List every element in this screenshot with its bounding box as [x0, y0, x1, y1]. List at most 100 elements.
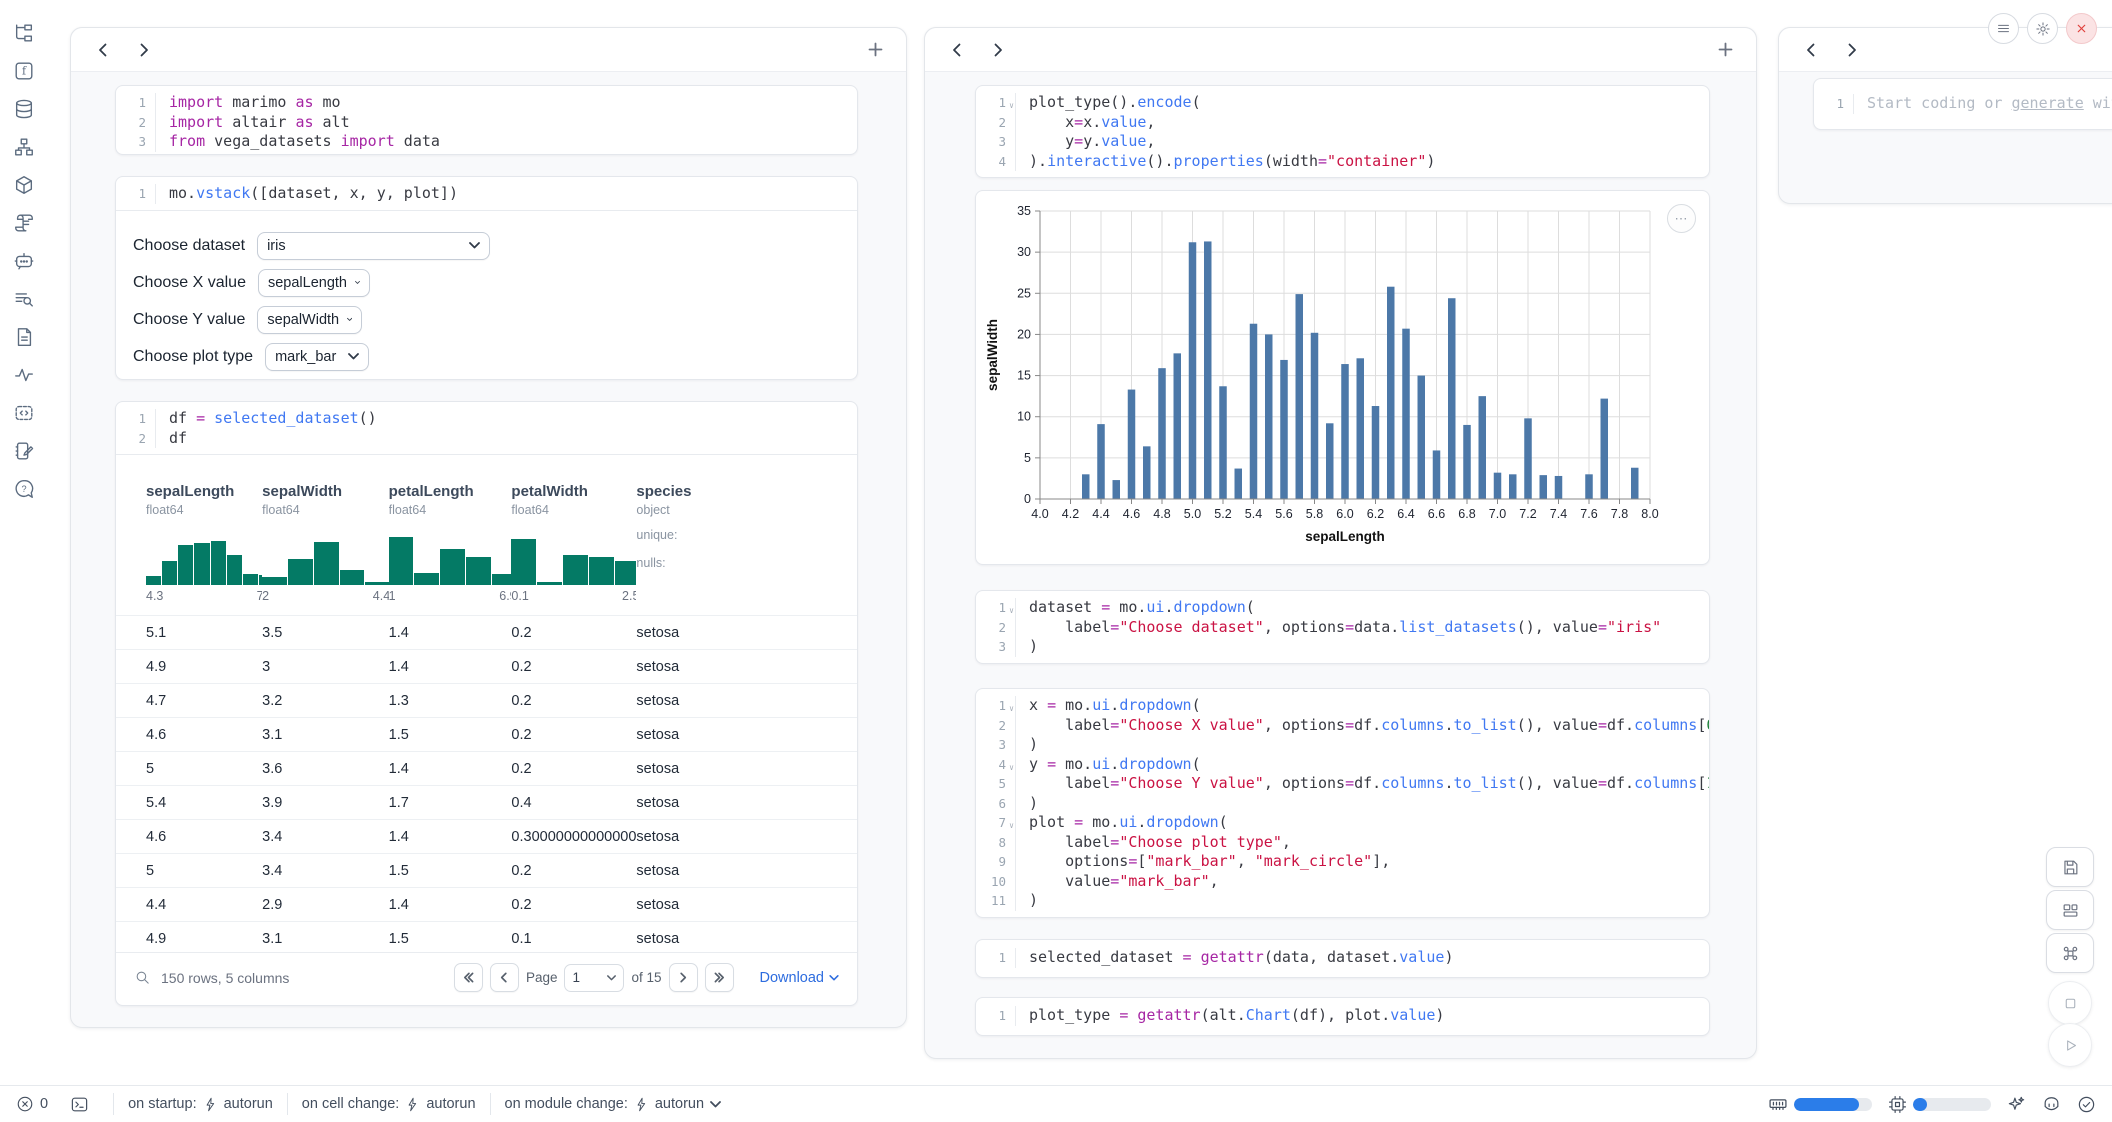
- file-tree-icon[interactable]: [12, 21, 36, 45]
- table-row[interactable]: 4.73.21.30.2setosa: [116, 683, 857, 717]
- function-icon[interactable]: f: [12, 59, 36, 83]
- code-line[interactable]: 10 value="mark_bar",: [976, 872, 1709, 892]
- notebook-icon[interactable]: [12, 439, 36, 463]
- close-icon[interactable]: [2066, 13, 2097, 44]
- column-left-icon[interactable]: [941, 35, 971, 65]
- activity-icon[interactable]: [12, 363, 36, 387]
- add-cell-icon[interactable]: [860, 35, 890, 65]
- table-row[interactable]: 4.63.11.50.2setosa: [116, 717, 857, 751]
- code-line[interactable]: 3): [976, 735, 1709, 755]
- code-line[interactable]: 1Start coding or generate with AI.: [1814, 94, 2112, 114]
- copilot-button[interactable]: [2042, 1095, 2061, 1114]
- y-select[interactable]: sepalWidth: [257, 306, 362, 334]
- table-column-header[interactable]: sepalWidthfloat6424.4: [262, 483, 388, 603]
- table-row[interactable]: 4.931.40.2setosa: [116, 649, 857, 683]
- cell-dataset-dropdown[interactable]: 1∨dataset = mo.ui.dropdown(2 label="Choo…: [975, 590, 1710, 664]
- table-row[interactable]: 5.43.91.70.4setosa: [116, 785, 857, 819]
- code-editor[interactable]: 1selected_dataset = getattr(data, datase…: [976, 940, 1709, 976]
- table-row[interactable]: 4.42.91.40.2setosa: [116, 887, 857, 921]
- menu-button[interactable]: [1988, 13, 2019, 44]
- table-row[interactable]: 4.93.11.50.1setosa: [116, 921, 857, 955]
- code-editor[interactable]: 1df = selected_dataset()2df: [116, 402, 857, 454]
- cell-plot-encode[interactable]: 1∨plot_type().encode(2 x=x.value,3 y=y.v…: [975, 85, 1710, 178]
- table-row[interactable]: 5.13.51.40.2setosa: [116, 615, 857, 649]
- code-editor[interactable]: 1∨dataset = mo.ui.dropdown(2 label="Choo…: [976, 591, 1709, 663]
- cell-vstack[interactable]: 1mo.vstack([dataset, x, y, plot]) Choose…: [115, 176, 858, 380]
- code-line[interactable]: 2df: [116, 429, 857, 449]
- code-line[interactable]: 5 label="Choose Y value", options=df.col…: [976, 774, 1709, 794]
- last-page-button[interactable]: [705, 963, 734, 992]
- column-right-icon[interactable]: [983, 35, 1013, 65]
- code-line[interactable]: 6): [976, 794, 1709, 814]
- altair-bar-chart[interactable]: 4.04.24.44.64.85.05.25.45.65.86.06.26.46…: [982, 201, 1694, 553]
- code-line[interactable]: 7∨plot = mo.ui.dropdown(: [976, 813, 1709, 833]
- stop-button[interactable]: [2048, 981, 2092, 1025]
- first-page-button[interactable]: [454, 963, 483, 992]
- code-line[interactable]: 1∨x = mo.ui.dropdown(: [976, 696, 1709, 716]
- code-snippet-icon[interactable]: [12, 401, 36, 425]
- next-page-button[interactable]: [669, 963, 698, 992]
- chat-bot-icon[interactable]: [12, 249, 36, 273]
- code-line[interactable]: 1mo.vstack([dataset, x, y, plot]): [116, 184, 857, 204]
- prev-page-button[interactable]: [490, 963, 519, 992]
- list-search-icon[interactable]: [12, 287, 36, 311]
- code-line[interactable]: 4∨y = mo.ui.dropdown(: [976, 755, 1709, 775]
- save-button[interactable]: [2046, 847, 2094, 887]
- keyboard-shortcuts-button[interactable]: [2046, 933, 2094, 973]
- code-line[interactable]: 1plot_type = getattr(alt.Chart(df), plot…: [976, 1006, 1709, 1026]
- code-line[interactable]: 2import altair as alt: [116, 113, 857, 133]
- layout-button[interactable]: [2046, 890, 2094, 930]
- connection-status-button[interactable]: [2077, 1095, 2096, 1114]
- code-line[interactable]: 3 y=y.value,: [976, 132, 1709, 152]
- table-column-header[interactable]: petalLengthfloat6416.9: [389, 483, 512, 603]
- download-button[interactable]: Download: [760, 970, 840, 986]
- code-editor[interactable]: 1plot_type = getattr(alt.Chart(df), plot…: [976, 998, 1709, 1034]
- dataset-select[interactable]: iris: [257, 232, 490, 260]
- scroll-icon[interactable]: [12, 211, 36, 235]
- cell-selected-dataset[interactable]: 1selected_dataset = getattr(data, datase…: [975, 939, 1710, 978]
- error-count[interactable]: 0: [16, 1095, 48, 1113]
- code-line[interactable]: 11): [976, 891, 1709, 911]
- column-right-icon[interactable]: [1837, 35, 1867, 65]
- help-icon[interactable]: ?: [12, 477, 36, 501]
- document-icon[interactable]: [12, 325, 36, 349]
- code-line[interactable]: 1∨dataset = mo.ui.dropdown(: [976, 598, 1709, 618]
- column-left-icon[interactable]: [1795, 35, 1825, 65]
- code-line[interactable]: 1selected_dataset = getattr(data, datase…: [976, 948, 1709, 968]
- sitemap-icon[interactable]: [12, 135, 36, 159]
- on-cell-change-toggle[interactable]: on cell change: autorun: [302, 1096, 476, 1112]
- cell-new-empty[interactable]: 1Start coding or generate with AI.: [1813, 78, 2112, 130]
- column-right-icon[interactable]: [129, 35, 159, 65]
- x-select[interactable]: sepalLength: [258, 269, 370, 297]
- cell-df[interactable]: 1df = selected_dataset()2df sepalLengthf…: [115, 401, 858, 1006]
- code-line[interactable]: 2 label="Choose dataset", options=data.l…: [976, 618, 1709, 638]
- cell-plot-type[interactable]: 1plot_type = getattr(alt.Chart(df), plot…: [975, 997, 1710, 1036]
- table-column-header[interactable]: sepalLengthfloat644.37.9: [116, 483, 262, 603]
- search-icon[interactable]: [134, 969, 151, 986]
- code-line[interactable]: 3from vega_datasets import data: [116, 132, 857, 152]
- code-editor[interactable]: 1∨x = mo.ui.dropdown(2 label="Choose X v…: [976, 689, 1709, 917]
- ai-assist-button[interactable]: [2007, 1095, 2026, 1114]
- code-line[interactable]: 1df = selected_dataset(): [116, 409, 857, 429]
- on-startup-toggle[interactable]: on startup: autorun: [128, 1096, 273, 1112]
- chart-menu-icon[interactable]: ⋯: [1667, 204, 1696, 233]
- code-line[interactable]: 9 options=["mark_bar", "mark_circle"],: [976, 852, 1709, 872]
- code-line[interactable]: 4).interactive().properties(width="conta…: [976, 152, 1709, 172]
- code-line[interactable]: 2 label="Choose X value", options=df.col…: [976, 716, 1709, 736]
- terminal-button[interactable]: [70, 1095, 89, 1114]
- run-button[interactable]: [2048, 1023, 2092, 1067]
- cell-imports[interactable]: 1import marimo as mo2import altair as al…: [115, 85, 858, 155]
- code-line[interactable]: 1∨plot_type().encode(: [976, 93, 1709, 113]
- table-row[interactable]: 4.63.41.40.30000000000000004setosa: [116, 819, 857, 853]
- table-row[interactable]: 53.41.50.2setosa: [116, 853, 857, 887]
- page-select[interactable]: 1: [564, 964, 624, 992]
- code-editor[interactable]: 1import marimo as mo2import altair as al…: [116, 86, 857, 155]
- package-icon[interactable]: [12, 173, 36, 197]
- settings-gear-icon[interactable]: [2027, 13, 2058, 44]
- column-left-icon[interactable]: [87, 35, 117, 65]
- cell-xy-plot-dropdowns[interactable]: 1∨x = mo.ui.dropdown(2 label="Choose X v…: [975, 688, 1710, 918]
- table-column-header[interactable]: petalWidthfloat640.12.5: [511, 483, 636, 603]
- code-editor[interactable]: 1Start coding or generate with AI.: [1814, 79, 2112, 129]
- code-line[interactable]: 2 x=x.value,: [976, 113, 1709, 133]
- code-editor[interactable]: 1mo.vstack([dataset, x, y, plot]): [116, 177, 857, 210]
